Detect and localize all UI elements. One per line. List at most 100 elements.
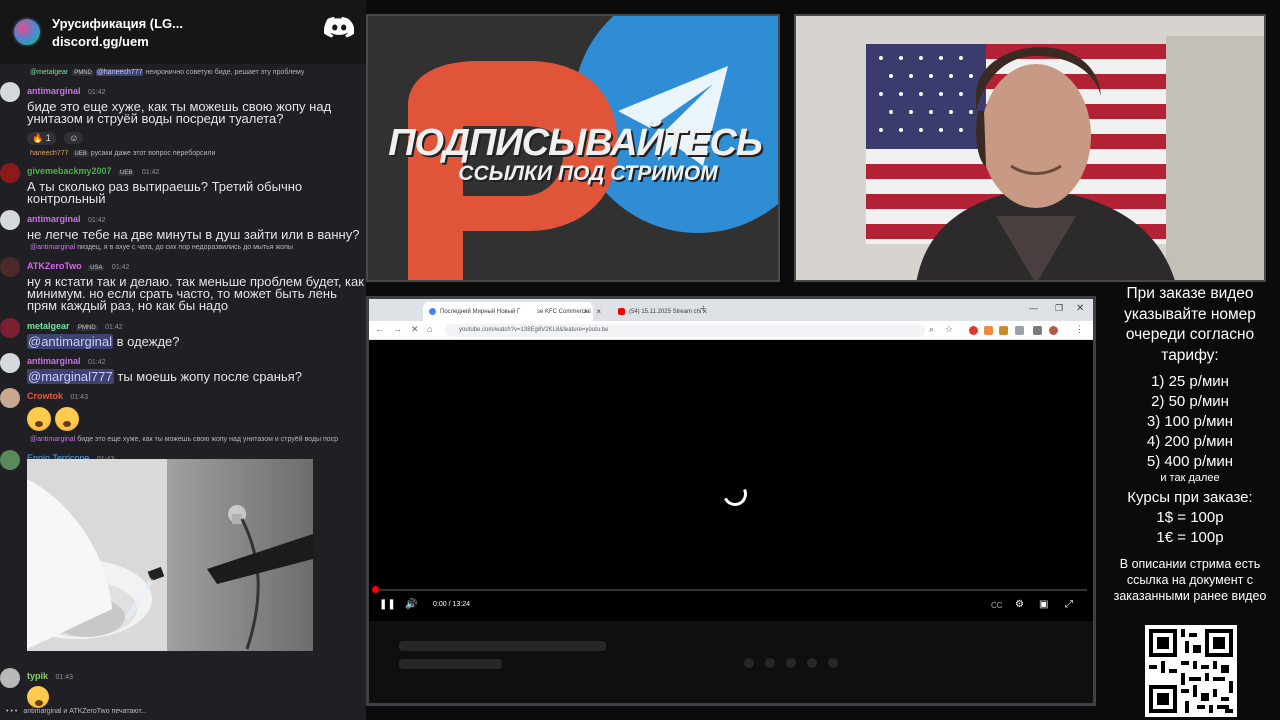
forward-icon[interactable]: → [393, 324, 402, 334]
chat-message: antimarginal 01:42 не легче тебе на две … [27, 209, 365, 241]
reply-preview[interactable]: @metalgear PMND @haneech777 неиронично с… [30, 69, 304, 76]
minimize-icon[interactable]: — [1029, 303, 1038, 313]
message-author[interactable]: metalgear [27, 321, 70, 331]
tariff-item: 2) 50 р/мин [1151, 393, 1229, 410]
promo-banner: ПОДПИСЫВАЙТЕСЬ ССЫЛКИ ПОД СТРИМОМ [366, 14, 780, 282]
extensions-puzzle-icon[interactable] [1015, 326, 1024, 335]
message-time: 01:42 [111, 264, 130, 271]
links-subtitle: ССЫЛКИ ПОД СТРИМОМ [458, 162, 718, 185]
attached-image[interactable] [27, 459, 313, 651]
new-tab-button[interactable]: + [700, 303, 706, 315]
extension-icon[interactable] [999, 326, 1008, 335]
avatar[interactable] [0, 82, 20, 102]
close-window-icon[interactable]: ✕ [1076, 303, 1084, 314]
subtitles-icon[interactable]: CC [991, 601, 1003, 610]
close-tab-icon[interactable]: × [596, 307, 601, 316]
progress-scrubber[interactable] [372, 586, 379, 593]
maximize-icon[interactable]: ❐ [1055, 303, 1063, 314]
message-text: ты моешь жопу после сранья? [113, 369, 302, 384]
reply-preview[interactable]: @antimarginal пиздец, я в ахуе с чата, д… [30, 244, 293, 251]
message-time: 01:43 [70, 394, 88, 401]
reaction-badge[interactable]: 🔥 1 [27, 132, 56, 145]
tab-title: se KFC Commercial [537, 308, 591, 315]
avatar[interactable] [0, 450, 20, 470]
extension-icon[interactable] [984, 326, 993, 335]
role-badge: PMND [75, 325, 98, 331]
avatar[interactable] [0, 210, 20, 230]
reply-preview[interactable]: @antimarginal биде это еще хуже, как ты … [30, 436, 338, 443]
miniplayer-icon[interactable]: ▣ [1039, 599, 1048, 610]
server-name: Урусификация (LG... [52, 15, 183, 31]
typing-text: antimarginal и ATKZeroTwo печатают... [23, 708, 147, 715]
and-so-on: и так далее [1160, 472, 1220, 484]
action-placeholder [786, 658, 796, 668]
scared-face-emoji-icon [27, 407, 51, 431]
bidet-photo [27, 459, 313, 651]
avatar[interactable] [0, 163, 20, 183]
message-time: 01:42 [87, 89, 106, 96]
downloads-icon[interactable] [1033, 326, 1042, 335]
user-mention[interactable]: @marginal777 [27, 369, 114, 384]
reply-preview[interactable]: haneech777 UEB русаки даже этот вопрос п… [30, 150, 215, 157]
settings-gear-icon[interactable]: ⚙ [1015, 599, 1024, 610]
message-author[interactable]: ATKZeroTwo [27, 261, 82, 271]
pause-icon[interactable]: ❚❚ [379, 599, 396, 610]
volume-icon[interactable]: 🔊 [405, 599, 417, 610]
avatar[interactable] [0, 353, 20, 373]
server-icon[interactable] [12, 17, 42, 47]
message-time: 01:42 [87, 217, 106, 224]
avatar[interactable] [0, 388, 20, 408]
scared-face-emoji-icon [55, 407, 79, 431]
action-placeholder [744, 658, 754, 668]
user-mention[interactable]: @antimarginal [27, 334, 114, 349]
invite-link[interactable]: discord.gg/uem [52, 34, 183, 49]
avatar[interactable] [0, 318, 20, 338]
rate-eur: 1€ = 100р [1156, 529, 1224, 546]
tab-bar: Последний Мирный Новый Г × se KFC Commer… [369, 299, 1093, 321]
message-author[interactable]: antimarginal [27, 214, 81, 224]
reply-mention: @haneech777 [95, 69, 144, 76]
fullscreen-icon[interactable]: ⤢ [1065, 599, 1073, 610]
reply-text: неиронично советую биде, решает эту проб… [145, 69, 305, 76]
avatar[interactable] [0, 668, 20, 688]
message-author[interactable]: antimarginal [27, 356, 81, 366]
role-badge: PMND [72, 70, 94, 76]
channel-placeholder [399, 659, 502, 669]
reply-text: биде это еще хуже, как ты можешь свою жо… [77, 436, 339, 443]
menu-icon[interactable]: ⋮ [1075, 324, 1084, 335]
browser-window: Последний Мирный Новый Г × se KFC Commer… [366, 296, 1096, 706]
chat-message: Crowtok 01:43 [27, 386, 365, 436]
tariff-item: 4) 200 р/мин [1146, 433, 1234, 450]
role-badge: USA [88, 265, 105, 271]
youtube-favicon-icon [618, 308, 625, 315]
bookmark-star-icon[interactable]: ☆ [945, 324, 953, 335]
address-bar[interactable]: youtube.com/watch?v=138Eg8V2KL8&feature=… [445, 324, 925, 337]
message-text: А ты сколько раз вытираешь? Третий обычн… [27, 179, 303, 206]
title-placeholder [399, 641, 606, 651]
add-reaction-icon[interactable]: ☺ [64, 132, 84, 144]
page-favicon-icon [429, 308, 436, 315]
video-player[interactable]: ❚❚ 🔊 0:00 / 13:24 CC ⚙ ▣ ⤢ [369, 340, 1093, 621]
progress-bar[interactable] [375, 589, 1087, 591]
message-author[interactable]: givemebackmy2007 [27, 166, 112, 176]
rates-title: Курсы при заказе: [1127, 489, 1253, 506]
webcam-feed [794, 14, 1266, 282]
zoom-icon[interactable]: ⌕ [929, 324, 934, 335]
profile-avatar-icon[interactable] [1049, 326, 1058, 335]
subscribe-title: ПОДПИСЫВАЙТЕСЬ [388, 122, 763, 164]
order-instructions: При заказе видео указывайте номер очеред… [1124, 285, 1256, 364]
avatar[interactable] [0, 257, 20, 277]
role-badge: UEB [118, 170, 135, 176]
chat-message: givemebackmy2007 UEB 01:42 А ты сколько … [27, 161, 365, 205]
message-author[interactable]: typik [27, 671, 48, 681]
extension-icon[interactable] [969, 326, 978, 335]
stop-icon[interactable]: ✕ [411, 324, 419, 335]
home-icon[interactable]: ⌂ [427, 324, 432, 334]
tariff-item: 5) 400 р/мин [1146, 453, 1234, 470]
browser-tab[interactable]: (54) 15.11.2025 Stream chi × [612, 302, 712, 321]
message-author[interactable]: Crowtok [27, 391, 63, 401]
discord-chat-panel: Урусификация (LG... discord.gg/uem @meta… [0, 0, 366, 720]
message-author[interactable]: antimarginal [27, 86, 81, 96]
back-icon[interactable]: ← [375, 324, 384, 334]
browser-tab[interactable]: se KFC Commercial × [531, 302, 606, 321]
